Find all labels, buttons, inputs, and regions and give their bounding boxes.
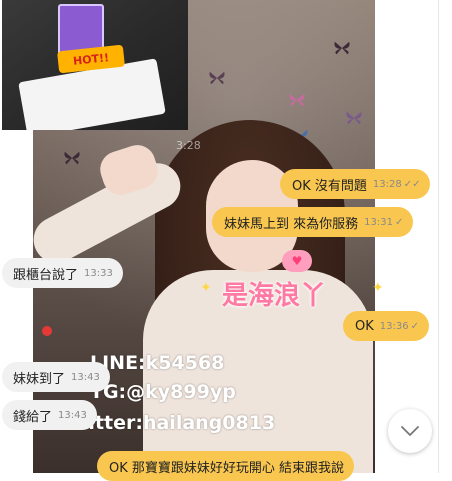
scroll-to-bottom-button[interactable]: [388, 409, 432, 453]
message-bubble-outgoing[interactable]: OK 那寶寶跟妹妹好好玩開心 結束跟我說: [97, 451, 355, 481]
double-check-icon: ✓: [394, 216, 404, 228]
heart-bubble-icon: ♥: [282, 250, 312, 272]
message-time: 13:43: [71, 371, 100, 383]
butterfly-decoration-icon: [208, 70, 226, 86]
chat-right-edge: [438, 0, 452, 473]
sparkle-icon: ✦: [200, 280, 212, 296]
message-bubble-incoming[interactable]: 跟櫃台說了 13:33: [2, 258, 123, 288]
message-text: 跟櫃台說了: [13, 267, 79, 283]
brand-name: 是海浪丫: [222, 281, 327, 311]
message-bubble-incoming[interactable]: 妹妹到了 13:43: [2, 362, 110, 392]
message-time: 13:36: [379, 320, 409, 332]
ghost-timestamp: 3:28: [176, 139, 201, 152]
chevron-down-icon: [401, 426, 419, 436]
message-text: OK 沒有問題: [292, 178, 367, 194]
message-time: 13:43: [58, 409, 87, 421]
double-check-icon: ✓: [410, 320, 419, 332]
hot-badge-label: HOT!!: [72, 50, 110, 68]
message-bubble-incoming[interactable]: 錢給了 13:43: [2, 400, 97, 430]
butterfly-decoration-icon: [333, 40, 351, 56]
overlay-line-contact: LINE:k54568: [90, 352, 225, 374]
overlay-telegram-contact: TG:@ky899yp: [90, 381, 236, 403]
message-text: 錢給了: [13, 409, 53, 425]
message-bubble-outgoing[interactable]: 妹妹馬上到 來為你服務 13:31 ✓: [212, 207, 414, 237]
message-text: 妹妹馬上到 來為你服務: [224, 216, 359, 232]
butterfly-decoration-icon: [63, 150, 81, 166]
message-bubble-outgoing[interactable]: OK 沒有問題 13:28 ✓✓: [280, 169, 431, 199]
message-text: OK: [355, 318, 374, 334]
pin-icon: [42, 326, 52, 336]
message-time: 13:28: [372, 178, 402, 190]
sparkle-icon: ✦: [372, 280, 384, 296]
message-bubble-outgoing[interactable]: OK 13:36 ✓: [343, 311, 429, 341]
butterfly-decoration-icon: [345, 110, 363, 126]
message-time: 13:31: [364, 216, 393, 228]
double-check-icon: ✓✓: [403, 178, 421, 190]
butterfly-decoration-icon: [288, 92, 306, 108]
message-time: 13:33: [84, 267, 113, 279]
message-text: 妹妹到了: [13, 371, 66, 387]
inset-photo: HOT!!: [2, 0, 188, 130]
